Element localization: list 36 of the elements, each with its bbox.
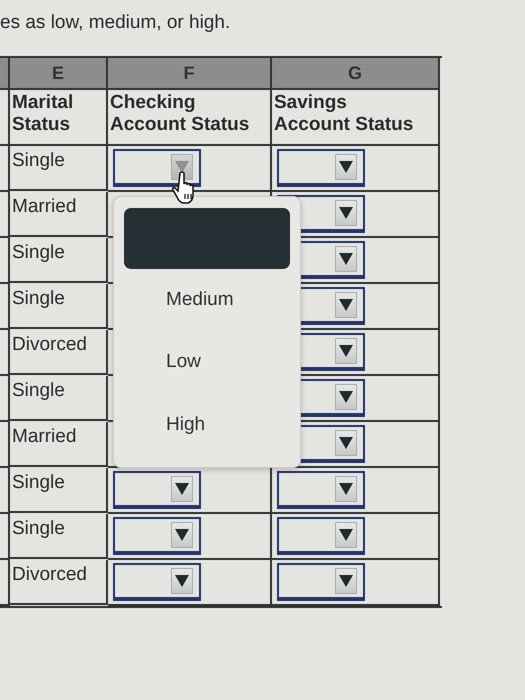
table-cell: Divorced [10,560,108,605]
table-cell: Single [10,376,108,421]
column-header: F [108,58,272,90]
table-cell: Single [10,514,108,559]
dropdown-field[interactable] [277,471,365,509]
table-cell: Single [10,468,108,513]
table-cell: Single [10,284,108,329]
row-header [0,238,10,284]
dropdown-field[interactable] [277,563,365,601]
row-header [0,422,10,468]
table-cell: Married [10,192,108,237]
dropdown-field[interactable] [277,517,365,555]
row-header [0,514,10,560]
column-heading: Marital Status [12,92,74,136]
column-heading: Checking Account Status [110,92,250,136]
row-header [0,284,10,330]
dropdown-field[interactable] [113,471,201,509]
dropdown-option[interactable]: Low [124,331,290,394]
instruction-text: es as low, medium, or high. [0,11,230,34]
dropdown-field[interactable] [277,149,365,187]
row-header [0,468,10,514]
dropdown-option[interactable]: Medium [124,268,290,332]
dropdown-option[interactable]: High [124,394,290,456]
row-header [0,192,10,238]
table-cell: Single [10,146,108,191]
table-cell: Married [10,422,108,467]
table-cell: Single [10,238,108,283]
dropdown-field[interactable] [113,563,201,601]
dropdown-field[interactable] [113,517,201,555]
row-header [0,376,10,422]
row-header [0,330,10,376]
column-header: G [272,58,440,90]
column-header: E [10,58,108,90]
table-cell: Divorced [10,330,108,375]
column-heading: Savings Account Status [274,92,414,136]
row-header [0,146,10,192]
